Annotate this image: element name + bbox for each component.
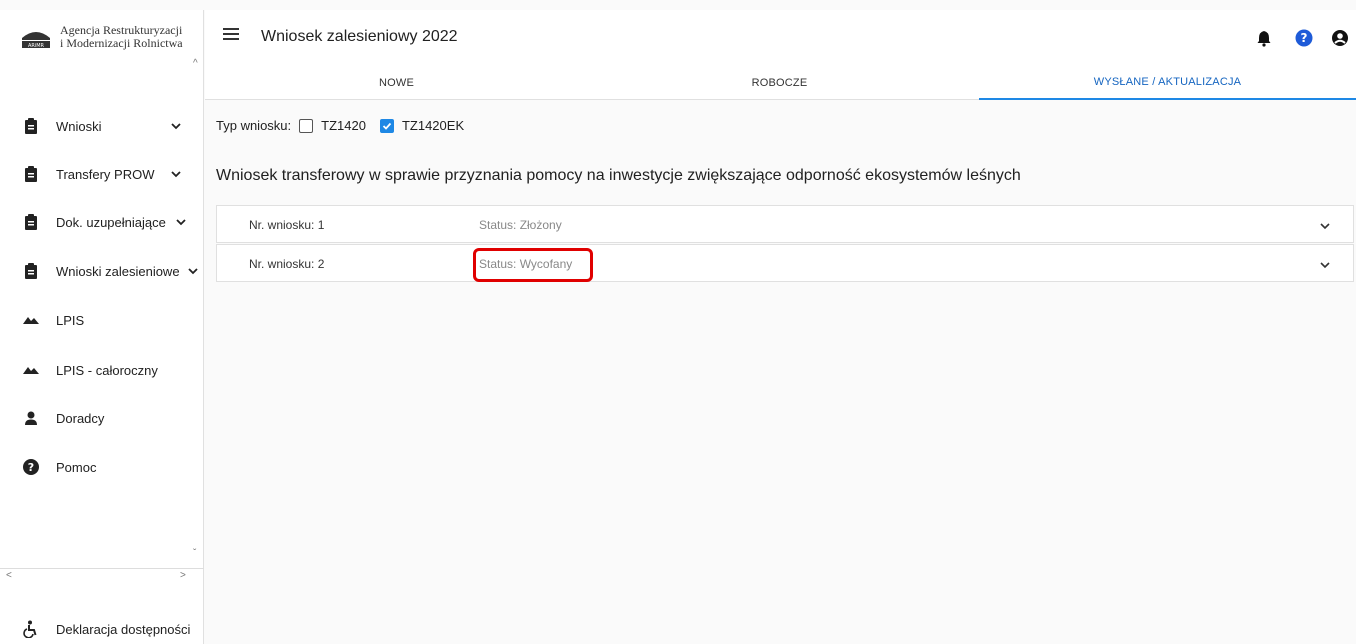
sidebar-item-label: Transfery PROW	[56, 166, 155, 182]
sidebar-item-label: Doradcy	[56, 410, 105, 426]
clipboard-icon	[25, 214, 37, 230]
chevron-down-icon	[171, 123, 181, 130]
arimr-logo[interactable]: ARiMR Agencja Restrukturyzacji i Moderni…	[20, 24, 183, 50]
chevron-down-icon	[171, 171, 181, 178]
sidebar-item-dok-uzupelniajace[interactable]: Dok. uzupełniające	[0, 208, 204, 236]
tab-wyslane-aktualizacja[interactable]: WYSŁANE / AKTUALIZACJA	[979, 66, 1356, 100]
accessibility-icon	[23, 620, 37, 638]
sidebar-item-label: Dok. uzupełniające	[56, 214, 166, 230]
application-type-filter: Typ wniosku: TZ1420 TZ1420EK	[216, 118, 464, 133]
tab-nowe[interactable]: NOWE	[205, 66, 588, 100]
sidebar-item-label: LPIS	[56, 312, 85, 328]
checkbox-tz1420[interactable]	[299, 118, 314, 133]
svg-text:ARiMR: ARiMR	[28, 43, 45, 49]
help-circle-icon: ?	[23, 459, 39, 475]
horizontal-scrollbar[interactable]: < >	[0, 568, 204, 582]
scroll-right-arrow-icon[interactable]: >	[180, 570, 186, 581]
sidebar-item-pomoc[interactable]: ? Pomoc	[0, 453, 204, 481]
chevron-down-icon[interactable]	[1319, 259, 1331, 271]
sidebar-item-label: Deklaracja dostępności	[56, 621, 191, 637]
terrain-icon	[23, 367, 39, 374]
chevron-down-icon	[188, 268, 198, 275]
svg-text:?: ?	[28, 461, 34, 474]
application-status: Status: Złożony	[479, 218, 562, 232]
sidebar-item-wnioski[interactable]: Wnioski	[0, 112, 204, 140]
checkbox-tz1420ek[interactable]	[379, 118, 394, 133]
checkbox-label-tz1420[interactable]: TZ1420	[321, 118, 366, 133]
clipboard-icon	[25, 263, 37, 279]
menu-icon[interactable]	[223, 28, 239, 42]
app-header: Wniosek zalesieniowy 2022 ?	[205, 10, 1356, 66]
sidebar-item-label: Pomoc	[56, 459, 97, 475]
scroll-up-arrow-icon[interactable]: ^	[193, 58, 198, 69]
sidebar-item-wnioski-zalesieniowe[interactable]: Wnioski zalesieniowe	[0, 257, 204, 285]
logo-line-2: i Modernizacji Rolnictwa	[60, 36, 183, 50]
sidebar: ARiMR Agencja Restrukturyzacji i Moderni…	[0, 10, 204, 644]
person-icon	[25, 411, 37, 425]
scroll-left-arrow-icon[interactable]: <	[6, 570, 12, 581]
checkbox-label-tz1420ek[interactable]: TZ1420EK	[402, 118, 464, 133]
tab-robocze[interactable]: ROBOCZE	[588, 66, 971, 100]
scroll-down-arrow-icon[interactable]: ˇ	[193, 548, 196, 559]
sidebar-item-deklaracja-dostepnosci[interactable]: Deklaracja dostępności	[0, 618, 204, 640]
account-icon[interactable]	[1331, 29, 1349, 47]
terrain-icon	[23, 317, 39, 324]
sidebar-item-doradcy[interactable]: Doradcy	[0, 404, 204, 432]
page-title: Wniosek zalesieniowy 2022	[261, 28, 458, 45]
status-highlight-box	[473, 248, 593, 282]
sidebar-item-transfery-prow[interactable]: Transfery PROW	[0, 160, 204, 188]
sidebar-item-label: Wnioski	[56, 118, 102, 134]
application-number: Nr. wniosku: 2	[249, 257, 325, 271]
sidebar-item-lpis-caloroczny[interactable]: LPIS - całoroczny	[0, 356, 204, 384]
chevron-down-icon	[176, 219, 186, 226]
sidebar-item-label: Wnioski zalesieniowe	[56, 263, 180, 279]
sidebar-item-lpis[interactable]: LPIS	[0, 306, 204, 334]
svg-text:?: ?	[1301, 31, 1308, 45]
clipboard-icon	[25, 118, 37, 134]
tab-bar: NOWE ROBOCZE WYSŁANE / AKTUALIZACJA	[205, 66, 1356, 100]
filter-label: Typ wniosku:	[216, 118, 292, 133]
application-number: Nr. wniosku: 1	[249, 218, 325, 232]
application-row[interactable]: Nr. wniosku: 2 Status: Wycofany	[216, 244, 1354, 282]
sidebar-item-label: LPIS - całoroczny	[56, 362, 158, 378]
bell-icon[interactable]	[1255, 29, 1273, 47]
clipboard-icon	[25, 166, 37, 182]
help-icon[interactable]: ?	[1295, 29, 1313, 47]
chevron-down-icon[interactable]	[1319, 220, 1331, 232]
section-title: Wniosek transferowy w sprawie przyznania…	[216, 167, 1021, 184]
arimr-logo-icon: ARiMR	[22, 32, 50, 49]
checkmark-icon	[382, 122, 392, 130]
application-row[interactable]: Nr. wniosku: 1 Status: Złożony	[216, 205, 1354, 243]
